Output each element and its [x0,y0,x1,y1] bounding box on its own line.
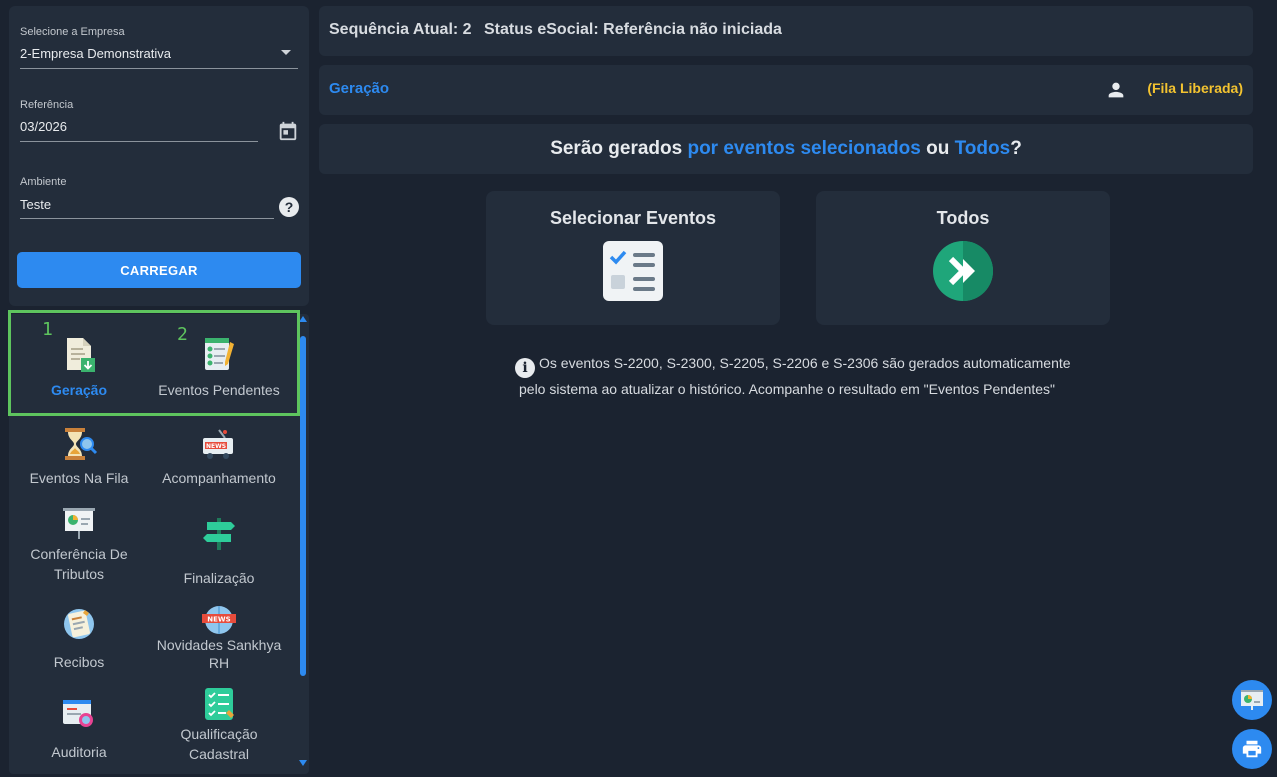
nav-item-novidades-sankhya-rh[interactable]: NEWS Novidades Sankhya RH [149,604,289,672]
nav-item-label: Acompanhamento [162,470,276,486]
esocial-status: Status eSocial: Referência não iniciada [484,21,782,38]
status-bar: Sequência Atual: 2 Status eSocial: Refer… [319,6,1253,56]
presentation-chart-icon [63,508,95,539]
company-select[interactable]: Selecione a Empresa 2-Empresa Demonstrat… [20,26,298,69]
checklist-pencil-icon [205,338,234,370]
chevron-down-icon[interactable] [281,50,291,55]
nav-item-eventos-na-fila[interactable]: Eventos Na Fila [9,424,149,488]
printer-icon [1242,740,1262,758]
hourglass-search-icon [65,428,98,460]
nav-item-qualificacao-cadastral[interactable]: Qualificação Cadastral [149,686,289,764]
checklist-icon [603,241,663,301]
signpost-icon [203,518,235,550]
nav-item-label: Recibos [53,654,105,670]
nav-item-label: Auditoria [51,744,107,760]
nav-item-auditoria[interactable]: Auditoria [9,694,149,762]
generation-question: Serão gerados por eventos selecionados o… [319,138,1253,160]
info-note: i Os eventos S-2200, S-2300, S-2205, S-22… [515,352,1075,400]
marker-1: 1 [42,319,53,340]
environment-field[interactable]: Ambiente Teste [20,176,276,219]
reference-value: 03/2026 [20,119,67,134]
info-icon: i [515,358,535,378]
environment-label: Ambiente [20,176,67,188]
svg-text:NEWS: NEWS [206,443,226,450]
question-bar: Serão gerados por eventos selecionados o… [319,124,1253,174]
card-title: Todos [936,208,990,228]
nav-item-label: Eventos Na Fila [29,470,129,486]
company-value: 2-Empresa Demonstrativa [20,46,171,61]
nav-item-label: Novidades Sankhya RH [156,637,282,671]
nav-item-label: Conferência De Tributos [30,546,128,582]
nav-item-label: Geração [50,382,108,398]
environment-underline [20,218,274,219]
presentation-fab-button[interactable] [1232,680,1272,720]
environment-value: Teste [20,197,52,212]
question-text: ou [920,138,955,159]
info-line-2: pelo sistema ao atualizar o histórico. A… [519,381,1056,397]
page-title: Geração [329,80,390,97]
all-events-card[interactable]: Todos [816,191,1110,325]
nav-item-finalizacao[interactable]: Finalização [149,514,289,588]
nav-item-label: Finalização [183,570,255,586]
queue-status: (Fila Liberada) [1147,80,1243,96]
receipt-icon [64,609,94,639]
news-globe-icon: NEWS [202,606,236,634]
reference-underline [20,141,258,142]
tab-header: Geração (Fila Liberada) [319,65,1253,115]
marker-2: 2 [177,324,188,345]
fast-forward-icon [933,241,993,301]
card-title: Selecionar Eventos [549,208,717,228]
sequence-status: Sequência Atual: 2 [329,21,472,38]
print-fab-button[interactable] [1232,729,1272,769]
presentation-chart-icon [1241,690,1263,710]
reference-field[interactable]: Referência 03/2026 [20,99,260,142]
load-button[interactable]: CARREGAR [17,252,301,288]
document-download-icon [67,338,95,372]
news-truck-icon: NEWS [203,429,233,459]
nav-item-acompanhamento[interactable]: NEWS Acompanhamento [149,424,289,488]
nav-item-recibos[interactable]: Recibos [9,604,149,672]
nav-item-label: Qualificação Cadastral [180,726,258,762]
nav-item-geracao[interactable]: Geração [9,334,149,400]
audit-search-icon [63,700,93,727]
filter-panel: Selecione a Empresa 2-Empresa Demonstrat… [9,6,309,306]
nav-item-conferencia-de-tributos[interactable]: Conferência De Tributos [9,504,149,584]
select-events-card[interactable]: Selecionar Eventos [486,191,780,325]
nav-item-eventos-pendentes[interactable]: Eventos Pendentes [149,334,289,400]
question-text: Serão gerados [550,138,688,159]
nav-item-label: Eventos Pendentes [158,382,280,398]
company-underline [20,68,298,69]
question-all: Todos [954,138,1011,159]
checklist-board-icon [205,688,234,720]
calendar-icon[interactable] [277,120,299,142]
question-text: ? [1010,138,1022,159]
svg-text:NEWS: NEWS [207,616,230,624]
user-icon[interactable] [1105,79,1127,101]
info-line-1: Os eventos S-2200, S-2300, S-2205, S-220… [539,355,1071,371]
scrollbar-thumb[interactable] [300,336,306,676]
company-label: Selecione a Empresa [20,26,125,38]
reference-label: Referência [20,99,74,111]
scroll-up-arrow[interactable] [299,316,307,322]
module-nav: Geração Eventos Pendentes Eventos Na Fil… [9,314,309,774]
help-icon[interactable]: ? [279,197,299,217]
question-selected-events: por eventos selecionados [687,138,921,159]
scroll-down-arrow[interactable] [299,760,307,766]
